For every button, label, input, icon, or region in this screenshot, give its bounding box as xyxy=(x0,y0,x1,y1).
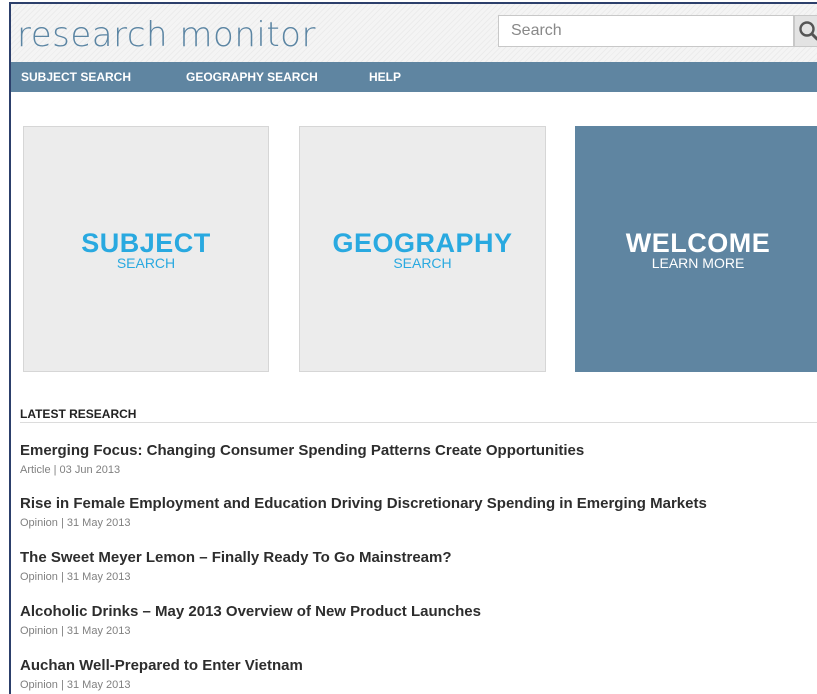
latest-research-heading: LATEST RESEARCH xyxy=(20,407,137,421)
nav-item-subject-search[interactable]: SUBJECT SEARCH xyxy=(21,62,131,92)
article-meta: Opinion | 31 May 2013 xyxy=(20,679,131,691)
site-header: research monitor xyxy=(11,4,817,62)
article-meta: Opinion | 31 May 2013 xyxy=(20,517,131,529)
article-meta: Opinion | 31 May 2013 xyxy=(20,625,131,637)
article-title-link[interactable]: Emerging Focus: Changing Consumer Spendi… xyxy=(20,442,817,460)
article-title-link[interactable]: Alcoholic Drinks – May 2013 Overview of … xyxy=(20,603,817,621)
geography-search-tile[interactable]: GEOGRAPHY SEARCH xyxy=(299,126,546,372)
tile-title: SUBJECT xyxy=(81,228,211,258)
nav-item-help[interactable]: HELP xyxy=(369,62,401,92)
article-title-link[interactable]: The Sweet Meyer Lemon – Finally Ready To… xyxy=(20,549,817,567)
list-item: The Sweet Meyer Lemon – Finally Ready To… xyxy=(20,549,817,584)
nav-item-geography-search[interactable]: GEOGRAPHY SEARCH xyxy=(186,62,318,92)
article-meta: Article | 03 Jun 2013 xyxy=(20,464,121,476)
list-item: Rise in Female Employment and Education … xyxy=(20,495,817,530)
list-item: Auchan Well-Prepared to Enter Vietnam Op… xyxy=(20,657,817,692)
list-item: Alcoholic Drinks – May 2013 Overview of … xyxy=(20,603,817,638)
tile-subtitle: SEARCH xyxy=(393,255,452,271)
page-frame: research monitor SUBJECT SEARCH GEOGRAPH… xyxy=(9,2,817,694)
tile-title: WELCOME xyxy=(625,228,771,258)
search-input[interactable] xyxy=(499,16,793,46)
tile-title: GEOGRAPHY xyxy=(332,228,513,258)
search-icon xyxy=(799,21,817,41)
article-meta: Opinion | 31 May 2013 xyxy=(20,571,131,583)
article-title-link[interactable]: Rise in Female Employment and Education … xyxy=(20,495,817,513)
subject-search-tile[interactable]: SUBJECT SEARCH xyxy=(23,126,269,372)
welcome-tile[interactable]: WELCOME LEARN MORE xyxy=(575,126,817,372)
list-item: Emerging Focus: Changing Consumer Spendi… xyxy=(20,442,817,477)
site-logo[interactable]: research monitor xyxy=(17,15,316,55)
search-button[interactable] xyxy=(794,15,817,47)
article-title-link[interactable]: Auchan Well-Prepared to Enter Vietnam xyxy=(20,657,817,675)
main-nav: SUBJECT SEARCH GEOGRAPHY SEARCH HELP xyxy=(11,62,817,92)
search-box xyxy=(498,15,794,47)
tile-subtitle: LEARN MORE xyxy=(651,255,745,271)
divider xyxy=(20,422,817,423)
tile-subtitle: SEARCH xyxy=(116,255,176,271)
